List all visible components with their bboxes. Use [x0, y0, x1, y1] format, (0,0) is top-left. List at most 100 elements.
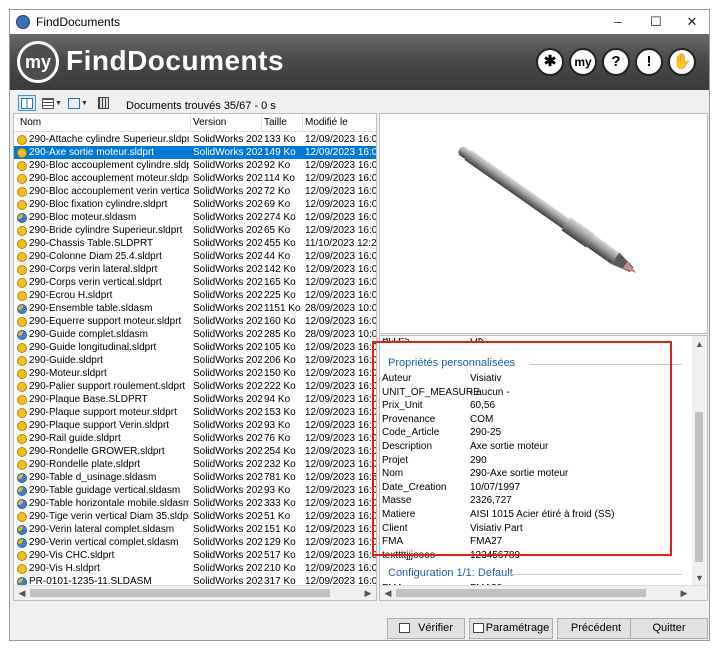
- table-row[interactable]: 290-Vis CHC.sldprt SolidWorks 2023 517 Ko 1…: [14, 549, 376, 562]
- file-version: SolidWorks 2023: [193, 225, 263, 236]
- wizard-icon[interactable]: ✱: [536, 48, 564, 76]
- column-header-modified[interactable]: Modifié le: [305, 117, 348, 128]
- calculator-button[interactable]: [94, 95, 112, 111]
- property-row[interactable]: Provenance COM: [380, 414, 690, 427]
- property-row[interactable]: Projet 290: [380, 455, 690, 468]
- verify-button[interactable]: Vérifier: [387, 618, 465, 639]
- property-row[interactable]: Matiere AISI 1015 Acier étiré à froid (SS…: [380, 509, 690, 522]
- file-name: 290-Bloc fixation cylindre.sldprt: [29, 199, 168, 210]
- property-row[interactable]: UNIT_OF_MEASURE - aucun -: [380, 387, 690, 400]
- table-row[interactable]: 290-Chassis Table.SLDPRT SolidWorks 2023 4…: [14, 237, 376, 250]
- table-row[interactable]: 290-Rondelle plate.sldprt SolidWorks 2023…: [14, 458, 376, 471]
- table-row[interactable]: 290-Table d_usinage.sldasm SolidWorks 202…: [14, 471, 376, 484]
- table-row[interactable]: 290-Plaque support moteur.sldprt SolidWor…: [14, 406, 376, 419]
- table-row[interactable]: 290-Vis H.sldprt SolidWorks 2023 210 Ko 12/…: [14, 562, 376, 575]
- property-row[interactable]: texttttjjjoooo 123456789: [380, 550, 690, 563]
- property-row[interactable]: Prix_Unit 60,56: [380, 400, 690, 413]
- settings-button[interactable]: Paramétrage: [469, 618, 553, 639]
- scroll-left-icon[interactable]: ◀: [381, 587, 395, 599]
- scroll-right-icon[interactable]: ▶: [361, 587, 375, 599]
- column-separator[interactable]: [261, 114, 262, 132]
- scroll-down-icon[interactable]: ▼: [694, 572, 705, 584]
- table-row[interactable]: 290-Moteur.sldprt SolidWorks 2023 150 Ko 12…: [14, 367, 376, 380]
- previous-button[interactable]: Précédent: [557, 618, 635, 639]
- property-row[interactable]: Date_Creation 10/07/1997: [380, 482, 690, 495]
- property-row[interactable]: FMA FMA27: [380, 536, 690, 549]
- column-header-name[interactable]: Nom: [20, 117, 41, 128]
- property-value: FMA27: [470, 536, 503, 548]
- column-header-size[interactable]: Taille: [264, 117, 287, 128]
- horizontal-scrollbar[interactable]: ◀ ▶: [14, 585, 376, 600]
- table-row[interactable]: 290-Corps verin lateral.sldprt SolidWorks…: [14, 263, 376, 276]
- table-row[interactable]: 290-Bride cylindre Superieur.sldprt Solid…: [14, 224, 376, 237]
- file-size: 1151 Ko: [264, 303, 301, 314]
- close-button[interactable]: ✕: [673, 10, 709, 34]
- scroll-thumb[interactable]: [30, 589, 330, 597]
- verify-icon: [399, 623, 411, 634]
- property-row[interactable]: Description Axe sortie moteur: [380, 441, 690, 454]
- maximize-button[interactable]: ☐: [637, 10, 675, 34]
- columns-view-button[interactable]: ▼: [40, 95, 64, 111]
- property-key: Description: [382, 441, 433, 452]
- property-row[interactable]: Client Visiativ Part: [380, 523, 690, 536]
- table-row[interactable]: 290-Table horizontale mobile.sldasm Solid…: [14, 497, 376, 510]
- scroll-left-icon[interactable]: ◀: [15, 587, 29, 599]
- column-separator[interactable]: [190, 114, 191, 132]
- property-row[interactable]: Code_Article 290-25: [380, 427, 690, 440]
- vertical-scrollbar[interactable]: ▲ ▼: [692, 336, 707, 600]
- table-row[interactable]: 290-Corps verin vertical.sldprt SolidWork…: [14, 276, 376, 289]
- table-row[interactable]: 290-Bloc accouplement moteur.sldprt Solid…: [14, 172, 376, 185]
- column-header-version[interactable]: Version: [193, 117, 226, 128]
- table-row[interactable]: 290-Bloc fixation cylindre.sldprt SolidWo…: [14, 198, 376, 211]
- table-row[interactable]: 290-Bloc moteur.sldasm SolidWorks 2023 274…: [14, 211, 376, 224]
- property-row[interactable]: Auteur Visiativ: [380, 373, 690, 386]
- part-file-icon: [17, 161, 27, 171]
- table-row[interactable]: 290-Table guidage vertical.sldasm SolidWo…: [14, 484, 376, 497]
- scroll-thumb[interactable]: [396, 589, 646, 597]
- table-row[interactable]: 290-Guide complet.sldasm SolidWorks 2023 2…: [14, 328, 376, 341]
- my-account-icon[interactable]: my: [569, 48, 597, 76]
- info-icon[interactable]: !: [635, 48, 663, 76]
- properties-panel[interactable]: Acces OK Propriétés personnalisées Auteu…: [379, 335, 708, 601]
- part-file-icon: [17, 148, 27, 158]
- table-row[interactable]: 290-Guide.sldprt SolidWorks 2023 206 Ko 12/…: [14, 354, 376, 367]
- table-row[interactable]: 290-Palier support roulement.sldprt Solid…: [14, 380, 376, 393]
- property-value: 10/07/1997: [470, 481, 521, 493]
- table-row[interactable]: 290-Rondelle GROWER.sldprt SolidWorks 202…: [14, 445, 376, 458]
- scroll-up-icon[interactable]: ▲: [694, 338, 705, 350]
- documents-list[interactable]: Nom Version Taille Modifié le 290-Attach…: [13, 113, 377, 601]
- table-row[interactable]: 290-Attache cylindre Superieur.sldprt Sol…: [14, 133, 376, 146]
- table-row[interactable]: 290-Axe sortie moteur.sldprt SolidWorks 2…: [14, 146, 376, 159]
- property-row[interactable]: Nom 290-Axe sortie moteur: [380, 468, 690, 481]
- scroll-right-icon[interactable]: ▶: [677, 587, 691, 599]
- table-row[interactable]: 290-Equerre support moteur.sldprt SolidWo…: [14, 315, 376, 328]
- table-row[interactable]: 290-Ensemble table.sldasm SolidWorks 2023…: [14, 302, 376, 315]
- table-row[interactable]: 290-Ecrou H.sldprt SolidWorks 2023 225 Ko 1…: [14, 289, 376, 302]
- quit-button[interactable]: Quitter: [630, 618, 708, 639]
- table-row[interactable]: 290-Guide longitudinal.sldprt SolidWorks …: [14, 341, 376, 354]
- scroll-thumb[interactable]: [695, 412, 703, 562]
- help-icon[interactable]: ?: [602, 48, 630, 76]
- grid-view-button[interactable]: [18, 95, 36, 111]
- pin-icon[interactable]: ✋: [668, 48, 696, 76]
- property-row[interactable]: Masse 2326,727: [380, 495, 690, 508]
- title-bar: FindDocuments – ☐ ✕: [10, 10, 709, 34]
- table-row[interactable]: 290-Plaque support Verin.sldprt SolidWork…: [14, 419, 376, 432]
- table-row[interactable]: 290-Bloc accouplement verin vertical.sld…: [14, 185, 376, 198]
- table-row[interactable]: 290-Plaque Base.SLDPRT SolidWorks 2023 94 …: [14, 393, 376, 406]
- horizontal-scrollbar[interactable]: ◀ ▶: [380, 585, 707, 600]
- selection-button[interactable]: ▼: [66, 95, 90, 111]
- file-size: 455 Ko: [264, 238, 296, 249]
- table-row[interactable]: 290-Verin vertical complet.sldasm SolidWo…: [14, 536, 376, 549]
- table-row[interactable]: 290-Tige verin vertical Diam 35.sldprt So…: [14, 510, 376, 523]
- property-key: UNIT_OF_MEASURE: [382, 386, 480, 398]
- table-row[interactable]: 290-Verin lateral complet.sldasm SolidWor…: [14, 523, 376, 536]
- file-version: SolidWorks 2023: [193, 303, 263, 314]
- file-size: 114 Ko: [264, 173, 295, 184]
- table-row[interactable]: 290-Rail guide.sldprt SolidWorks 2023 76 K…: [14, 432, 376, 445]
- table-row[interactable]: 290-Bloc accouplement cylindre.sldprt Sol…: [14, 159, 376, 172]
- column-separator[interactable]: [302, 114, 303, 132]
- minimize-button[interactable]: –: [599, 10, 637, 34]
- part-file-icon: [17, 343, 27, 353]
- table-row[interactable]: 290-Colonne Diam 25.4.sldprt SolidWorks 2…: [14, 250, 376, 263]
